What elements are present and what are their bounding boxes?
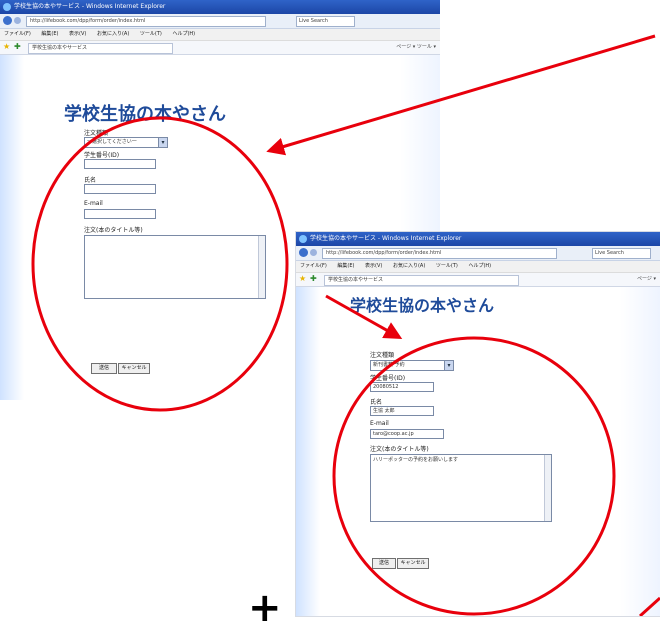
highlight-circle-2: [332, 336, 616, 616]
arrow-3-partial: [638, 596, 660, 616]
annotation-overlay: [31, 34, 660, 616]
highlight-circle-1: [31, 116, 289, 412]
arrow-2: [325, 294, 403, 339]
plus-symbol: +: [248, 585, 282, 631]
arrow-1: [266, 34, 656, 156]
